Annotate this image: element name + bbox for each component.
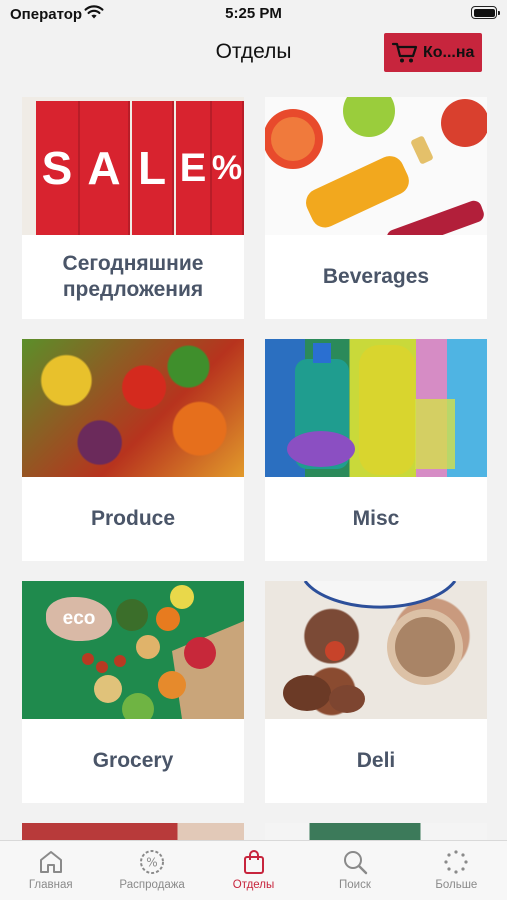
department-tile-deals[interactable]: S A L E % Сегодняшние предложения xyxy=(22,97,244,319)
deals-image: S A L E % xyxy=(22,97,244,235)
misc-image xyxy=(265,339,487,477)
deli-image xyxy=(265,581,487,719)
produce-image xyxy=(22,339,244,477)
department-label: Produce xyxy=(90,506,176,530)
svg-text:%: % xyxy=(146,856,157,870)
tab-sale[interactable]: % Распродажа xyxy=(101,841,202,900)
tab-label: Распродажа xyxy=(119,879,185,891)
home-icon xyxy=(39,851,62,873)
tab-label: Больше xyxy=(435,879,478,891)
beverages-image xyxy=(265,97,487,235)
status-bar: Оператор 5:25 PM xyxy=(0,0,507,30)
tab-label: Главная xyxy=(28,879,73,891)
department-tile-deli[interactable]: Deli xyxy=(265,581,487,803)
battery-icon xyxy=(471,6,500,19)
department-label: Grocery xyxy=(92,748,174,772)
department-tile-grocery[interactable]: eco Grocery xyxy=(22,581,244,803)
more-icon xyxy=(444,850,468,874)
search-icon xyxy=(343,851,368,875)
sale-icon: % xyxy=(140,850,165,874)
shopping-bag-icon xyxy=(243,850,264,874)
tab-label: Поиск xyxy=(338,879,371,891)
department-tile-beverages[interactable]: Beverages xyxy=(265,97,487,319)
grocery-image: eco xyxy=(22,581,244,719)
navigation-bar: Отделы Ко...на xyxy=(0,30,507,80)
department-tile-misc[interactable]: Misc xyxy=(265,339,487,561)
status-time: 5:25 PM xyxy=(225,5,282,22)
tab-home[interactable]: Главная xyxy=(0,841,101,900)
cart-icon xyxy=(391,42,418,62)
department-label: Misc xyxy=(352,506,400,530)
tab-bar: Главная % Распродажа Отделы Поиск Больше xyxy=(0,840,507,900)
tab-search[interactable]: Поиск xyxy=(304,841,405,900)
department-label: Deli xyxy=(356,748,396,772)
tab-label: Отделы xyxy=(232,879,275,891)
tab-departments[interactable]: Отделы xyxy=(203,841,304,900)
eco-badge: eco xyxy=(46,597,112,641)
cart-button[interactable]: Ко...на xyxy=(384,33,482,72)
department-label: Сегодняшние предложения xyxy=(62,251,204,301)
departments-grid: S A L E % Сегодняшние предложения Bevera… xyxy=(22,97,487,843)
cart-button-label: Ко...на xyxy=(423,43,475,61)
department-label: Beverages xyxy=(322,264,430,288)
department-tile-produce[interactable]: Produce xyxy=(22,339,244,561)
tab-more[interactable]: Больше xyxy=(406,841,507,900)
